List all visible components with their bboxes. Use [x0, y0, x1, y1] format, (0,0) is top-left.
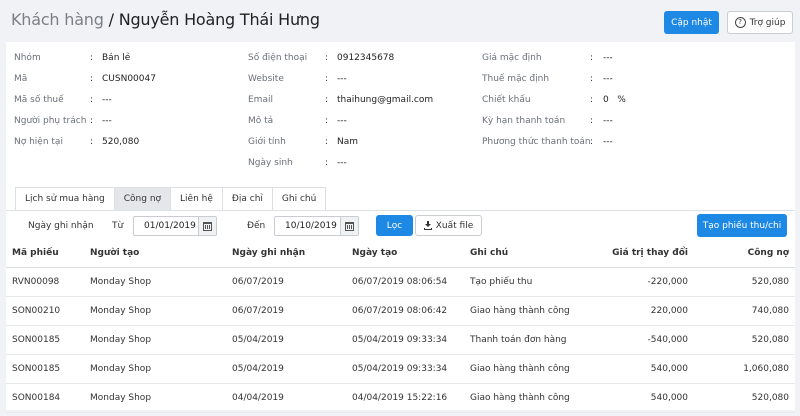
tab-debt[interactable]: Công nợ — [114, 187, 172, 211]
cell-code[interactable]: SON00184 — [6, 383, 84, 413]
filter-to-label: Đến — [247, 221, 266, 231]
update-button[interactable]: Cập nhật — [664, 11, 719, 34]
export-label: Xuất file — [435, 220, 474, 231]
cell-change: 540,000 — [582, 383, 694, 413]
from-calendar-button[interactable] — [198, 217, 216, 235]
cell-debt: 520,080 — [694, 383, 795, 413]
breadcrumb-separator: / — [103, 10, 119, 29]
cell-change: 220,000 — [582, 296, 694, 326]
page-header: Khách hàng / Nguyễn Hoàng Thái Hưng Cập … — [0, 0, 800, 42]
col-header-change[interactable]: Giá trị thay đổi — [582, 240, 694, 268]
table-header-row: Mã phiếu Người tạo Ngày ghi nhận Ngày tạ… — [6, 240, 795, 268]
cell-creator: Monday Shop — [84, 354, 226, 384]
cell-created-date: 05/04/2019 09:33:34 — [346, 325, 464, 355]
cell-note: Tạo phiếu thu — [464, 267, 582, 297]
cell-code[interactable]: SON00185 — [6, 325, 84, 355]
cell-created-date: 06/07/2019 08:06:54 — [346, 267, 464, 297]
cell-record-date: 06/07/2019 — [226, 267, 346, 297]
tab-addresses[interactable]: Địa chỉ — [222, 187, 273, 211]
create-receipt-button[interactable]: Tạo phiếu thu/chi — [697, 214, 787, 237]
cell-code[interactable]: RVN00098 — [6, 267, 84, 297]
cell-note: Giao hàng thành công — [464, 354, 582, 384]
table-row[interactable]: SON00210 Monday Shop 06/07/2019 06/07/20… — [6, 296, 795, 326]
col-header-code[interactable]: Mã phiếu — [6, 240, 84, 268]
col-header-debt[interactable]: Công nợ — [694, 240, 795, 268]
question-icon: ? — [734, 17, 746, 28]
cell-created-date: 06/07/2019 08:06:42 — [346, 296, 464, 326]
calendar-icon — [345, 221, 354, 231]
page-title: Khách hàng / Nguyễn Hoàng Thái Hưng — [11, 10, 320, 29]
tab-purchase-history[interactable]: Lịch sử mua hàng — [15, 187, 115, 211]
filter-from-label: Từ — [112, 221, 124, 231]
col-header-note[interactable]: Ghi chú — [464, 240, 582, 268]
to-date-input[interactable]: 10/10/2019 — [274, 216, 359, 236]
table-row[interactable]: RVN00098 Monday Shop 06/07/2019 06/07/20… — [6, 267, 795, 297]
table-row[interactable]: SON00185 Monday Shop 05/04/2019 05/04/20… — [6, 325, 795, 355]
from-date-input[interactable]: 01/01/2019 — [133, 216, 217, 236]
cell-note: Thanh toán đơn hàng — [464, 325, 582, 355]
col-header-record-date[interactable]: Ngày ghi nhận — [226, 240, 346, 268]
cell-debt: 740,080 — [694, 296, 795, 326]
table-row[interactable]: SON00184 Monday Shop 04/04/2019 04/04/20… — [6, 383, 795, 413]
help-label: Trợ giúp — [749, 17, 786, 28]
cell-change: -220,000 — [582, 267, 694, 297]
help-button[interactable]: ? Trợ giúp — [727, 11, 793, 34]
debt-table: Mã phiếu Người tạo Ngày ghi nhận Ngày tạ… — [6, 240, 795, 413]
tab-notes[interactable]: Ghi chú — [272, 187, 327, 211]
cell-code[interactable]: SON00210 — [6, 296, 84, 326]
customer-name: Nguyễn Hoàng Thái Hưng — [118, 10, 320, 29]
col-header-created-date[interactable]: Ngày tạo — [346, 240, 464, 268]
cell-note: Giao hàng thành công — [464, 383, 582, 413]
export-button[interactable]: Xuất file — [415, 215, 482, 236]
customer-panel: Nhóm: Bán lẻ Mã: CUSN00047 Mã số thuế: --- … — [6, 42, 795, 413]
cell-change: 540,000 — [582, 354, 694, 384]
cell-note: Giao hàng thành công — [464, 296, 582, 326]
cell-creator: Monday Shop — [84, 383, 226, 413]
tab-bar: Lịch sử mua hàng Công nợ Liên hệ Địa chỉ… — [15, 187, 327, 211]
filter-date-label: Ngày ghi nhận — [28, 221, 94, 231]
table-row[interactable]: SON00185 Monday Shop 05/04/2019 05/04/20… — [6, 354, 795, 384]
breadcrumb-customers[interactable]: Khách hàng — [11, 10, 104, 29]
cell-creator: Monday Shop — [84, 267, 226, 297]
cell-created-date: 05/04/2019 09:33:34 — [346, 354, 464, 384]
cell-record-date: 05/04/2019 — [226, 354, 346, 384]
cell-creator: Monday Shop — [84, 296, 226, 326]
tab-contacts[interactable]: Liên hệ — [171, 187, 223, 211]
cell-debt: 520,080 — [694, 267, 795, 297]
cell-debt: 1,060,080 — [694, 354, 795, 384]
download-icon — [423, 221, 432, 230]
filter-button[interactable]: Lọc — [376, 215, 413, 236]
cell-code[interactable]: SON00185 — [6, 354, 84, 384]
to-calendar-button[interactable] — [340, 217, 358, 235]
cell-creator: Monday Shop — [84, 325, 226, 355]
cell-record-date: 05/04/2019 — [226, 325, 346, 355]
cell-debt: 520,080 — [694, 325, 795, 355]
cell-record-date: 04/04/2019 — [226, 383, 346, 413]
col-header-creator[interactable]: Người tạo — [84, 240, 226, 268]
cell-created-date: 04/04/2019 15:22:16 — [346, 383, 464, 413]
cell-change: -540,000 — [582, 325, 694, 355]
calendar-icon — [203, 221, 212, 231]
cell-record-date: 06/07/2019 — [226, 296, 346, 326]
